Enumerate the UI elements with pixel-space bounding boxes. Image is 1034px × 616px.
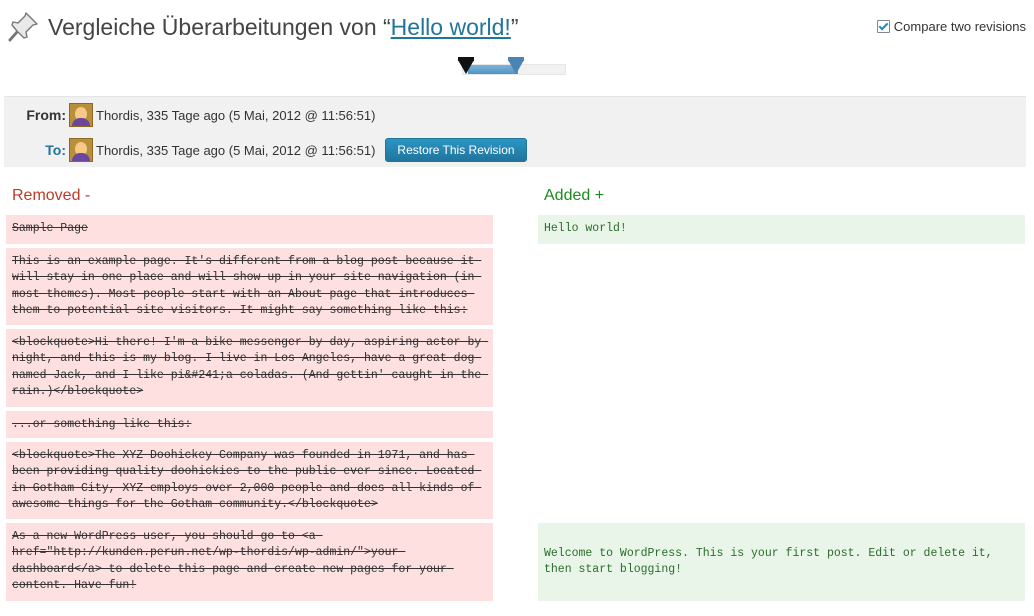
restore-revision-button[interactable]: Restore This Revision <box>385 138 527 162</box>
avatar <box>69 138 93 162</box>
compare-checkbox[interactable] <box>876 20 890 33</box>
title-prefix: Vergleiche Überarbeitungen von “ <box>48 14 391 40</box>
removed-line: As a new WordPress user, you should go t… <box>6 523 493 601</box>
compare-label: Compare two revisions <box>893 19 1026 34</box>
added-heading: Added + <box>544 187 605 204</box>
removed-line: <blockquote>Hi there! I'm a bike messeng… <box>6 329 493 407</box>
from-label: From: <box>26 107 66 123</box>
to-handle[interactable] <box>508 57 524 74</box>
revision-slider[interactable] <box>458 57 566 76</box>
from-row: From: Thordis, 335 Tage ago (5 Mai, 2012… <box>4 103 375 127</box>
compare-two-revisions-toggle[interactable]: Compare two revisions <box>876 19 1026 34</box>
removed-line: Sample Page <box>6 215 493 244</box>
added-line: Welcome to WordPress. This is your first… <box>538 523 1025 601</box>
title-suffix: ” <box>510 14 519 40</box>
pushpin-icon <box>8 12 38 42</box>
to-label: To: <box>45 142 66 158</box>
to-row: To: Thordis, 335 Tage ago (5 Mai, 2012 @… <box>4 138 527 162</box>
to-revision-info: Thordis, 335 Tage ago (5 Mai, 2012 @ 11:… <box>96 142 376 158</box>
post-title-link[interactable]: Hello world! <box>391 14 511 40</box>
removed-line: This is an example page. It's different … <box>6 248 493 325</box>
avatar <box>69 103 93 127</box>
page-header: Vergleiche Überarbeitungen von “Hello wo… <box>6 6 1026 46</box>
removed-heading: Removed - <box>12 187 91 204</box>
from-handle[interactable] <box>458 57 474 74</box>
from-revision-info: Thordis, 335 Tage ago (5 Mai, 2012 @ 11:… <box>96 107 376 123</box>
removed-line: <blockquote>The XYZ Doohickey Company wa… <box>6 442 493 519</box>
revision-meta: From: Thordis, 335 Tage ago (5 Mai, 2012… <box>4 96 1026 167</box>
page-title: Vergleiche Überarbeitungen von “Hello wo… <box>48 14 519 41</box>
added-line: Hello world! <box>538 215 1025 244</box>
removed-line: ...or something like this: <box>6 411 493 438</box>
